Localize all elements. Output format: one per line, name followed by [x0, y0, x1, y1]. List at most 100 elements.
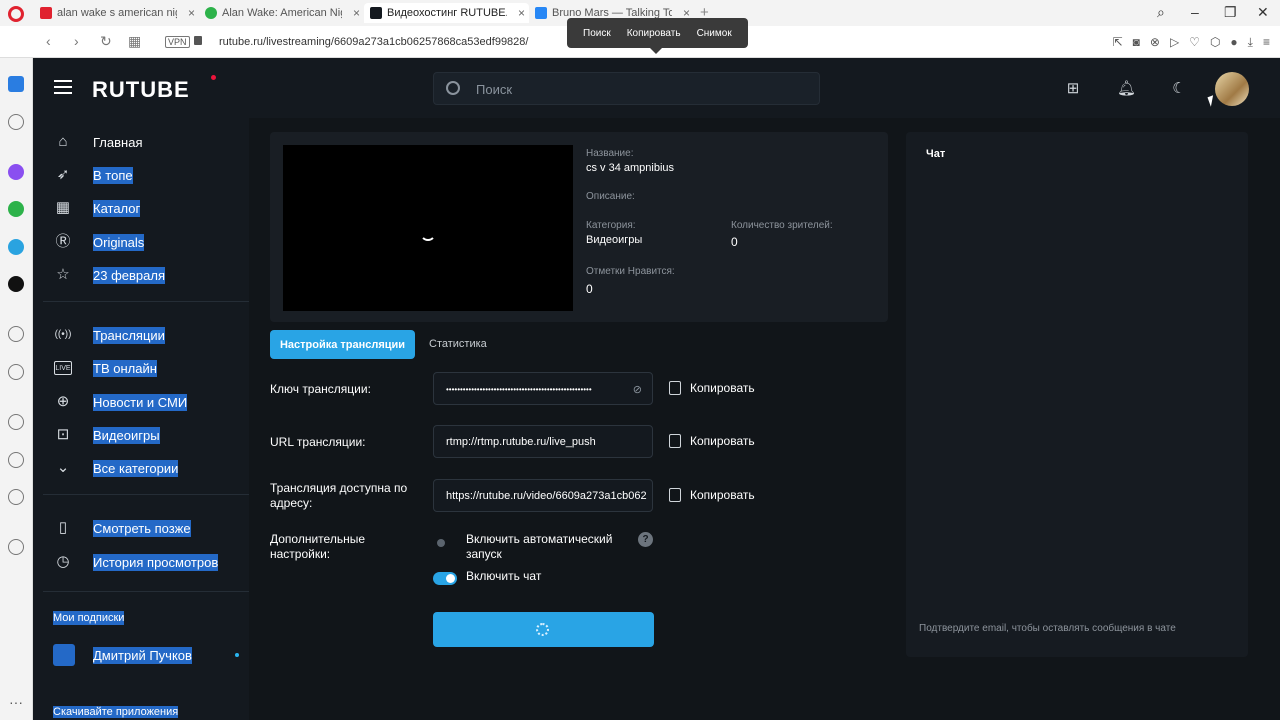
- reload-icon[interactable]: ↻: [100, 33, 112, 50]
- tab-statistics[interactable]: Статистика: [429, 338, 487, 350]
- chat-enable-label: Включить чат: [466, 569, 542, 583]
- vpn-badge[interactable]: VPN: [165, 36, 190, 48]
- nav-item-originals[interactable]: Ⓡ Originals: [33, 227, 249, 257]
- viewers-label: Количество зрителей:: [731, 220, 833, 231]
- forward-icon[interactable]: ›: [74, 33, 79, 49]
- menu-icon[interactable]: [54, 80, 72, 94]
- close-tab-icon[interactable]: ×: [518, 6, 525, 20]
- telegram-icon[interactable]: [8, 239, 24, 255]
- nav-item-all-categories[interactable]: ⌄ Все категории: [33, 453, 249, 483]
- main-content: Название: cs v 34 ampnibius Описание: Ка…: [249, 118, 1280, 720]
- autostart-toggle[interactable]: [435, 538, 453, 548]
- messenger-icon[interactable]: [8, 164, 24, 180]
- browser-tab-1[interactable]: alan wake s american nigh ×: [34, 3, 199, 23]
- nav-item-top[interactable]: ➶ В топе: [33, 160, 249, 190]
- nav-item-streams[interactable]: ((•)) Трансляции: [33, 320, 249, 350]
- avatar[interactable]: [1215, 72, 1249, 106]
- profile-icon[interactable]: ●: [1230, 35, 1237, 50]
- viewers-count: 0: [731, 235, 738, 249]
- stream-url-field[interactable]: rtmp://rtmp.rutube.ru/live_push: [433, 425, 653, 458]
- restore-icon[interactable]: ❐: [1224, 4, 1237, 21]
- search-tabs-icon[interactable]: ⌕: [1157, 4, 1165, 21]
- nav-item-news[interactable]: ⊕ Новости и СМИ: [33, 387, 249, 417]
- nav-item-home[interactable]: ⌂ Главная: [33, 127, 249, 157]
- subscription-item[interactable]: Дмитрий Пучков: [33, 640, 249, 670]
- nav-item-23-feb[interactable]: ☆ 23 февраля: [33, 260, 249, 290]
- eye-hidden-icon[interactable]: ⊘: [633, 383, 642, 396]
- copy-icon: [669, 488, 681, 502]
- broadcast-icon: ((•)): [54, 329, 72, 340]
- copy-key-button[interactable]: Копировать: [669, 381, 755, 395]
- nav-item-watch-later[interactable]: ▯ Смотреть позже: [33, 513, 249, 543]
- player-icon[interactable]: [8, 326, 24, 342]
- heart-icon[interactable]: ♡: [1189, 35, 1200, 50]
- opera-logo-icon[interactable]: [8, 6, 24, 22]
- share-icon[interactable]: ⇱: [1113, 35, 1123, 50]
- search-input[interactable]: Поиск: [433, 72, 820, 105]
- more-icon[interactable]: ···: [8, 694, 24, 710]
- whatsapp-icon[interactable]: [8, 201, 24, 217]
- send-icon[interactable]: [8, 364, 24, 380]
- description-label: Описание:: [586, 191, 635, 202]
- popup-copy-button[interactable]: Копировать: [619, 28, 689, 39]
- close-window-icon[interactable]: ✕: [1257, 4, 1269, 21]
- chat-toggle[interactable]: [433, 572, 457, 585]
- back-icon[interactable]: ‹: [46, 33, 51, 49]
- copy-icon: [669, 434, 681, 448]
- selection-popup: Поиск Копировать Снимок: [567, 18, 748, 54]
- minimize-icon[interactable]: –: [1191, 4, 1199, 20]
- opera-sidebar: ···: [0, 58, 33, 720]
- copy-address-button[interactable]: Копировать: [669, 488, 755, 502]
- history-icon: ◷: [56, 553, 70, 570]
- nav-item-tv[interactable]: LIVE ТВ онлайн: [33, 353, 249, 383]
- theme-moon-icon[interactable]: ☾: [1170, 79, 1188, 97]
- help-icon[interactable]: ?: [638, 532, 653, 547]
- nav-item-games[interactable]: ⊡ Видеоигры: [33, 420, 249, 450]
- rocket-icon: ➶: [56, 166, 70, 183]
- aria-icon[interactable]: [8, 114, 24, 130]
- loading-spinner-icon: [420, 225, 436, 241]
- tips-icon[interactable]: [8, 539, 24, 555]
- save-button[interactable]: [433, 612, 654, 647]
- url-field[interactable]: rutube.ru/livestreaming/6609a273a1cb0625…: [219, 36, 528, 48]
- popup-snapshot-button[interactable]: Снимок: [689, 28, 740, 39]
- download-apps[interactable]: Скачивайте приложения: [33, 700, 249, 720]
- popup-search-button[interactable]: Поиск: [575, 28, 619, 39]
- play-icon[interactable]: ▷: [1170, 35, 1179, 50]
- yandex-favicon-icon: [40, 7, 52, 19]
- nav-item-catalog[interactable]: ▦ Каталог: [33, 193, 249, 223]
- subscriptions-title[interactable]: Мои подписки: [53, 611, 125, 625]
- extension-icon[interactable]: ⬡: [1210, 35, 1220, 50]
- bookmarks-icon[interactable]: [8, 414, 24, 430]
- adblock-icon[interactable]: ⊗: [1150, 35, 1160, 50]
- close-tab-icon[interactable]: ×: [188, 6, 195, 20]
- tiktok-icon[interactable]: [8, 276, 24, 292]
- stream-key-field[interactable]: ••••••••••••••••••••••••••••••••••••••••…: [433, 372, 653, 405]
- bell-icon[interactable]: 🔔︎: [1117, 79, 1136, 97]
- menu-icon[interactable]: ≡: [1263, 35, 1270, 50]
- tab-stream-settings[interactable]: Настройка трансляции: [270, 330, 415, 359]
- browser-tab-3[interactable]: Видеохостинг RUTUBE. Сл ×: [364, 3, 529, 23]
- download-icon[interactable]: ⤓: [1248, 35, 1253, 50]
- grid-icon: ▦: [55, 199, 71, 216]
- nav-item-history[interactable]: ◷ История просмотров: [33, 547, 249, 577]
- likes-label: Отметки Нравится:: [586, 266, 675, 277]
- extra-settings-label: Дополнительные настройки:: [270, 532, 365, 561]
- close-tab-icon[interactable]: ×: [353, 6, 360, 20]
- settings-icon[interactable]: [8, 489, 24, 505]
- stream-address-field[interactable]: https://rutube.ru/video/6609a273a1cb062: [433, 479, 653, 512]
- browser-tab-2[interactable]: Alan Wake: American Nigh ×: [199, 3, 364, 23]
- tabs-grid-icon[interactable]: ▦: [128, 33, 141, 50]
- chat-title: Чат: [926, 148, 946, 160]
- toggle-knob: [446, 574, 455, 583]
- r-logo-icon: Ⓡ: [55, 233, 71, 250]
- history-sidebar-icon[interactable]: [8, 452, 24, 468]
- bookmark-icon: ▯: [58, 519, 68, 536]
- copy-url-button[interactable]: Копировать: [669, 434, 755, 448]
- upload-icon[interactable]: ⊞: [1064, 79, 1082, 97]
- camera-icon[interactable]: ◙: [1133, 35, 1140, 50]
- video-player[interactable]: [283, 145, 573, 311]
- rutube-logo[interactable]: RUTUBE: [92, 77, 190, 103]
- address-bar-actions: ⇱ ◙ ⊗ ▷ ♡ ⬡ ● ⤓ ≡: [1113, 35, 1270, 50]
- workspace-icon[interactable]: [8, 76, 24, 92]
